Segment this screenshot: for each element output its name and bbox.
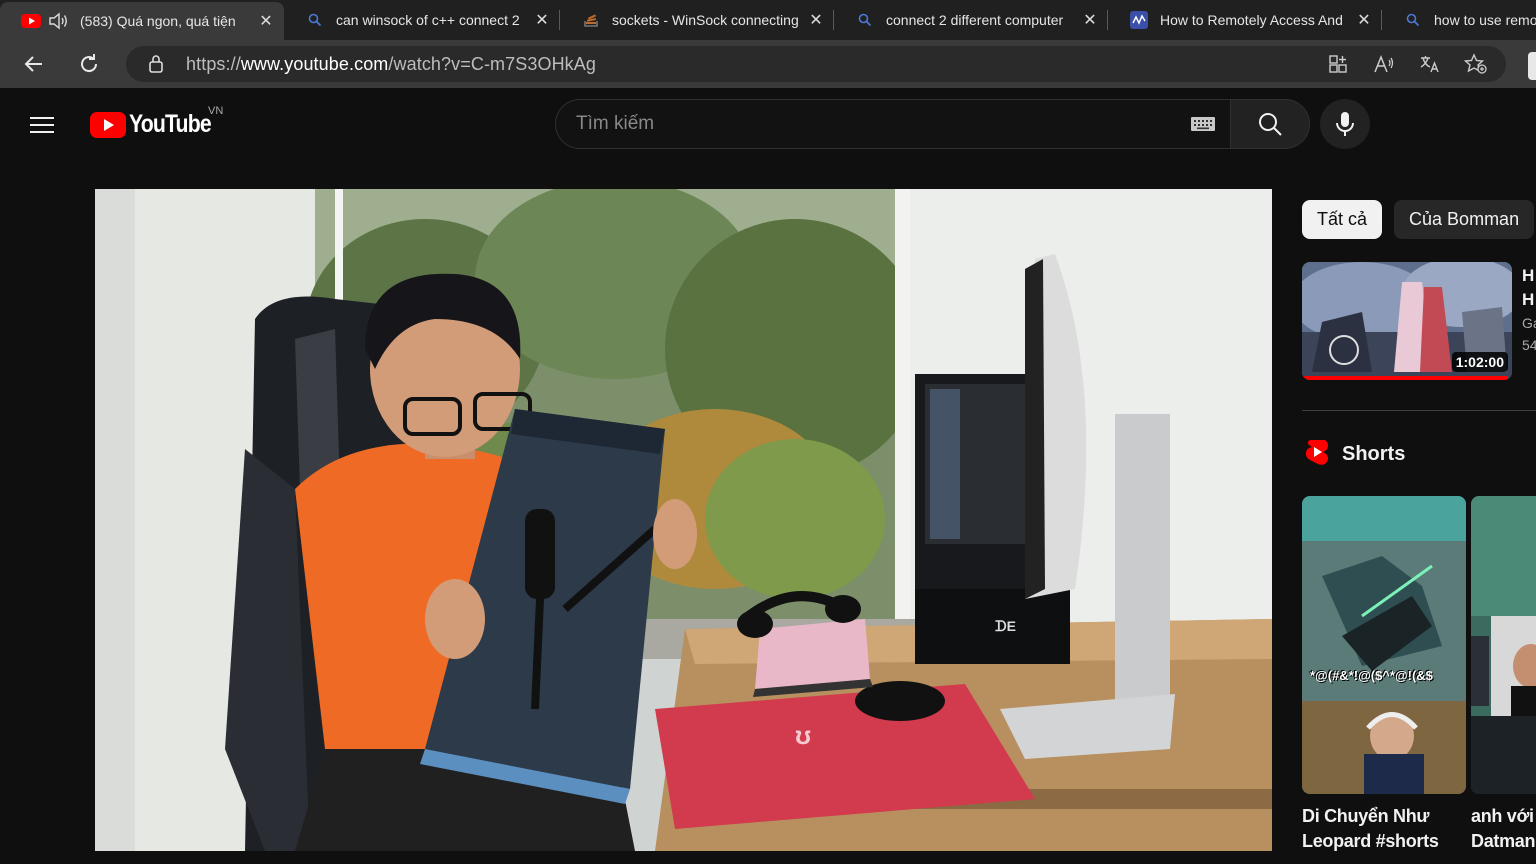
browser-toolbar: https://www.youtube.com/watch?v=C-m7S3OH… — [0, 40, 1536, 88]
url-host: www.youtube.com — [240, 53, 389, 74]
site-icon — [1128, 11, 1150, 29]
short-thumbnail[interactable] — [1471, 496, 1536, 794]
keyboard-icon[interactable] — [1190, 116, 1216, 132]
youtube-favicon-icon — [20, 13, 42, 29]
tab-title: connect 2 different computer — [886, 12, 1064, 28]
close-tab-icon[interactable]: ✕ — [806, 10, 826, 30]
recommended-video[interactable]: 1:02:00 H H Ga 54 — [1302, 262, 1536, 380]
tab-stackoverflow[interactable]: sockets - WinSock connecting ✕ — [560, 0, 834, 40]
video-duration: 1:02:00 — [1451, 352, 1508, 372]
short-title-line: Datmani — [1471, 831, 1536, 851]
video-thumbnail[interactable]: 1:02:00 — [1302, 262, 1512, 380]
stackoverflow-icon — [580, 12, 602, 28]
browser-tab-strip: (583) Quá ngon, quá tiện ✕ can winsock o… — [0, 0, 1536, 40]
shorts-logo-icon — [1304, 438, 1330, 471]
channel-name: Ga — [1522, 315, 1536, 331]
short-title-line: Di Chuyển Như — [1302, 806, 1430, 826]
chip-all[interactable]: Tất cả — [1302, 200, 1383, 239]
tab-title: how to use remo — [1434, 12, 1536, 28]
lock-icon[interactable] — [148, 54, 168, 74]
youtube-header: YouTube VN Tìm kiếm — [0, 88, 1536, 160]
tab-search-winsock[interactable]: can winsock of c++ connect 2 ✕ — [284, 0, 560, 40]
watched-progress-bar — [1302, 376, 1508, 380]
tab-youtube-video[interactable]: (583) Quá ngon, quá tiện ✕ — [0, 2, 284, 40]
tab-title: sockets - WinSock connecting — [612, 12, 799, 28]
favorites-star-icon[interactable] — [1464, 52, 1488, 76]
search-box[interactable]: Tìm kiếm — [555, 99, 1231, 149]
youtube-logo[interactable]: YouTube VN — [90, 105, 225, 139]
view-count: 54 — [1522, 337, 1536, 353]
video-meta[interactable]: H H Ga 54 — [1522, 264, 1536, 356]
close-tab-icon[interactable]: ✕ — [1354, 10, 1374, 30]
tab-title: (583) Quá ngon, quá tiện — [80, 13, 236, 29]
app-available-icon[interactable] — [1326, 52, 1350, 76]
menu-hamburger-icon[interactable] — [30, 112, 60, 136]
short-title-line: Leopard #shorts — [1302, 831, 1439, 851]
close-tab-icon[interactable]: ✕ — [532, 10, 552, 30]
shorts-header: Shorts — [1304, 438, 1405, 471]
youtube-play-icon — [90, 111, 126, 138]
short-title: Di Chuyển Như Leopard #shorts — [1302, 804, 1466, 854]
translate-icon[interactable] — [1418, 52, 1442, 76]
video-frame: ʊ ᗪE — [95, 189, 1272, 851]
logo-wordmark: YouTube — [129, 110, 212, 138]
short-overlay-text: *@(#&*!@($^*@!(&$ — [1310, 668, 1433, 683]
speaker-icon[interactable] — [48, 12, 70, 30]
shorts-label: Shorts — [1342, 443, 1406, 465]
reload-button[interactable] — [71, 46, 107, 82]
short-card[interactable]: anh với Datmani — [1471, 496, 1536, 856]
short-title: anh với Datmani — [1471, 804, 1536, 854]
voice-search-button[interactable] — [1320, 99, 1370, 149]
url-text[interactable]: https://www.youtube.com/watch?v=C-m7S3OH… — [186, 54, 596, 75]
search-icon — [304, 12, 326, 28]
address-bar[interactable]: https://www.youtube.com/watch?v=C-m7S3OH… — [126, 46, 1506, 82]
short-card[interactable]: *@(#&*!@($^*@!(&$ Di Chuyển Như Leopard … — [1302, 496, 1466, 856]
svg-text:ʊ: ʊ — [795, 720, 811, 750]
tab-title: can winsock of c++ connect 2 — [336, 12, 520, 28]
search-input[interactable]: Tìm kiếm — [576, 113, 1190, 135]
tab-search-remote[interactable]: how to use remo — [1382, 0, 1536, 40]
reload-icon — [81, 54, 98, 73]
search-icon — [854, 12, 876, 28]
close-tab-icon[interactable]: ✕ — [256, 11, 276, 31]
profile-button[interactable] — [1528, 52, 1536, 80]
filter-chips: Tất cả Của Bomman — [1302, 200, 1535, 239]
search-icon — [1259, 113, 1282, 136]
search-icon — [1402, 12, 1424, 28]
section-divider — [1302, 410, 1536, 411]
short-title-line: anh với — [1471, 806, 1534, 826]
video-title-line: H — [1522, 266, 1535, 285]
region-code: VN — [208, 105, 224, 117]
tab-remote-access[interactable]: How to Remotely Access And ✕ — [1108, 0, 1382, 40]
back-button[interactable] — [16, 46, 52, 82]
video-player[interactable]: ʊ ᗪE — [95, 189, 1272, 851]
read-aloud-icon[interactable] — [1372, 52, 1396, 76]
video-title-line: H — [1522, 290, 1535, 309]
search-button[interactable] — [1230, 99, 1310, 149]
back-arrow-icon — [24, 56, 42, 72]
tab-title: How to Remotely Access And — [1160, 12, 1343, 28]
microphone-icon — [1336, 112, 1354, 136]
chip-channel[interactable]: Của Bomman — [1394, 200, 1535, 239]
short-thumbnail-art — [1471, 496, 1536, 794]
svg-text:ᗪE: ᗪE — [995, 618, 1016, 634]
short-thumbnail[interactable]: *@(#&*!@($^*@!(&$ — [1302, 496, 1466, 794]
close-tab-icon[interactable]: ✕ — [1080, 10, 1100, 30]
tab-search-connect[interactable]: connect 2 different computer ✕ — [834, 0, 1108, 40]
short-thumbnail-art — [1302, 496, 1466, 794]
